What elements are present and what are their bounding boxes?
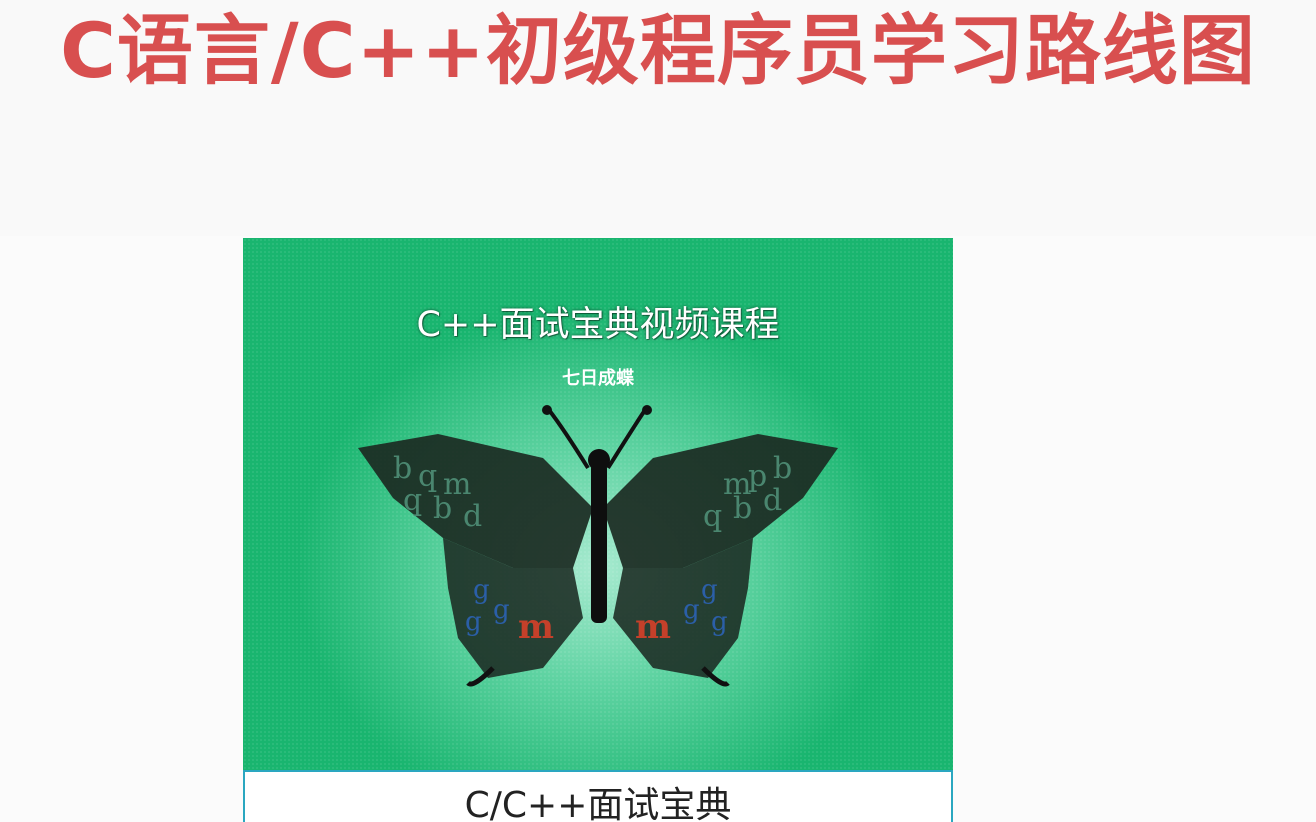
svg-text:g: g <box>493 595 510 625</box>
svg-text:b: b <box>433 491 452 526</box>
svg-text:m: m <box>518 607 554 647</box>
svg-text:g: g <box>701 575 718 605</box>
slide: C语言/C++初级程序员学习路线图 C++面试宝典视频课程 七日成蝶 b q m… <box>0 0 1316 822</box>
svg-text:d: d <box>463 499 482 534</box>
svg-text:g: g <box>683 595 700 625</box>
svg-text:q: q <box>703 499 722 534</box>
cover-subtitle: 七日成蝶 <box>562 368 634 389</box>
svg-text:g: g <box>711 607 728 637</box>
svg-text:g: g <box>465 607 482 637</box>
course-caption: C/C++面试宝典 <box>243 770 953 822</box>
svg-text:d: d <box>763 483 782 518</box>
svg-text:b: b <box>773 451 792 486</box>
svg-text:b: b <box>733 491 752 526</box>
svg-text:m: m <box>635 607 671 647</box>
course-card[interactable]: C++面试宝典视频课程 七日成蝶 bqm qbd b p m d b q g g… <box>243 238 953 822</box>
course-cover-image: C++面试宝典视频课程 七日成蝶 bqm qbd b p m d b q g g… <box>243 238 953 770</box>
svg-text:q: q <box>403 483 422 518</box>
cover-title: C++面试宝典视频课程 <box>416 305 780 345</box>
page-title: C语言/C++初级程序员学习路线图 <box>60 6 1256 95</box>
svg-text:g: g <box>473 575 490 605</box>
svg-text:b: b <box>393 451 412 486</box>
